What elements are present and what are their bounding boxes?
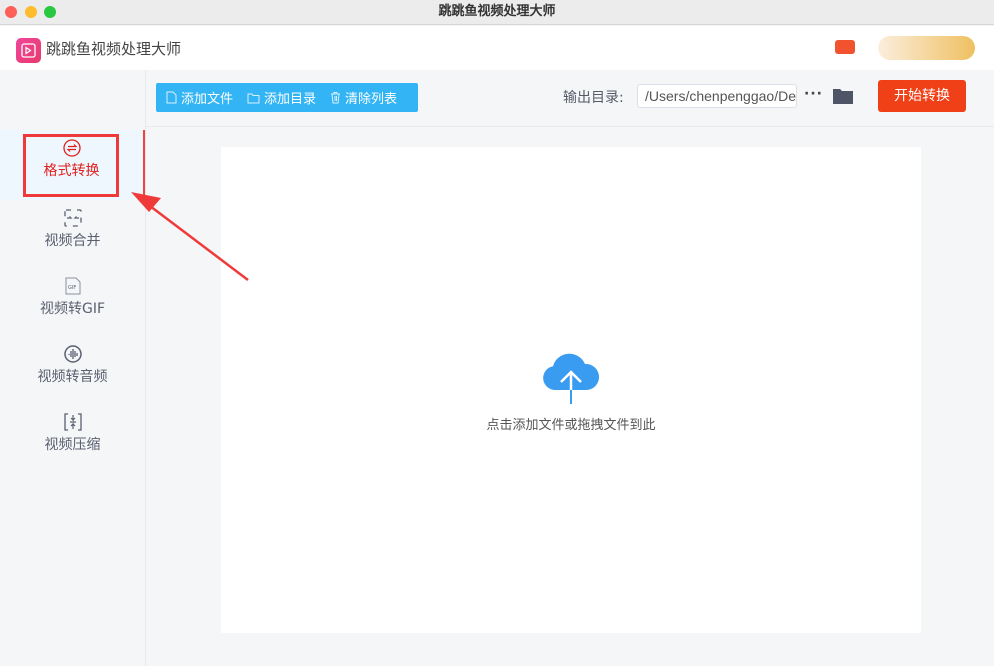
toolbar-divider — [146, 126, 994, 127]
trash-icon — [331, 92, 341, 104]
cloud-upload-icon — [543, 353, 600, 404]
app-title: 跳跳鱼视频处理大师 — [46, 40, 182, 58]
sidebar-item-video-merge[interactable]: 视频合并 — [0, 200, 145, 270]
sidebar-item-label: 视频转GIF — [39, 301, 106, 317]
output-dir-label: 输出目录: — [563, 90, 624, 106]
open-folder-icon[interactable] — [833, 87, 853, 104]
merge-icon — [63, 209, 82, 227]
sidebar-item-video-to-gif[interactable]: GIF 视频转GIF — [0, 268, 145, 338]
add-folder-button[interactable]: 添加目录 — [247, 88, 316, 107]
start-convert-button[interactable]: 开始转换 — [878, 80, 966, 112]
file-drop-zone[interactable]: 点击添加文件或拖拽文件到此 — [221, 147, 921, 633]
clear-list-label: 清除列表 — [345, 92, 398, 107]
clear-list-button[interactable]: 清除列表 — [330, 88, 397, 107]
annotation-highlight-box — [23, 134, 119, 197]
app-logo-icon — [16, 38, 41, 63]
add-folder-label: 添加目录 — [264, 92, 317, 107]
compress-icon — [63, 413, 82, 431]
more-options-button[interactable]: ··· — [804, 86, 823, 102]
title-bar: 跳跳鱼视频处理大师 — [0, 0, 994, 25]
gif-icon: GIF — [65, 277, 80, 295]
window-title: 跳跳鱼视频处理大师 — [438, 4, 556, 19]
sidebar-item-label: 视频转音频 — [37, 369, 108, 385]
folder-outline-icon — [247, 93, 260, 103]
minimize-window-button[interactable] — [25, 6, 37, 18]
app-header: 跳跳鱼视频处理大师 — [0, 26, 994, 70]
close-window-button[interactable] — [5, 6, 17, 18]
audio-icon — [63, 345, 82, 363]
drop-zone-hint: 点击添加文件或拖拽文件到此 — [486, 418, 656, 433]
sidebar-item-label: 视频压缩 — [44, 437, 101, 453]
add-file-button[interactable]: 添加文件 — [166, 88, 233, 107]
vip-button[interactable] — [878, 36, 975, 60]
svg-text:GIF: GIF — [68, 285, 76, 291]
sidebar-item-video-compress[interactable]: 视频压缩 — [0, 404, 145, 474]
add-file-label: 添加文件 — [181, 92, 234, 107]
sidebar-item-label: 视频合并 — [44, 233, 101, 249]
output-dir-input[interactable]: /Users/chenpenggao/Desktop — [637, 84, 797, 108]
notification-badge[interactable] — [835, 40, 855, 54]
file-icon — [166, 91, 177, 104]
file-toolbar: 添加文件 添加目录 清除列表 — [156, 83, 418, 112]
maximize-window-button[interactable] — [44, 6, 56, 18]
sidebar-item-video-to-audio[interactable]: 视频转音频 — [0, 336, 145, 406]
